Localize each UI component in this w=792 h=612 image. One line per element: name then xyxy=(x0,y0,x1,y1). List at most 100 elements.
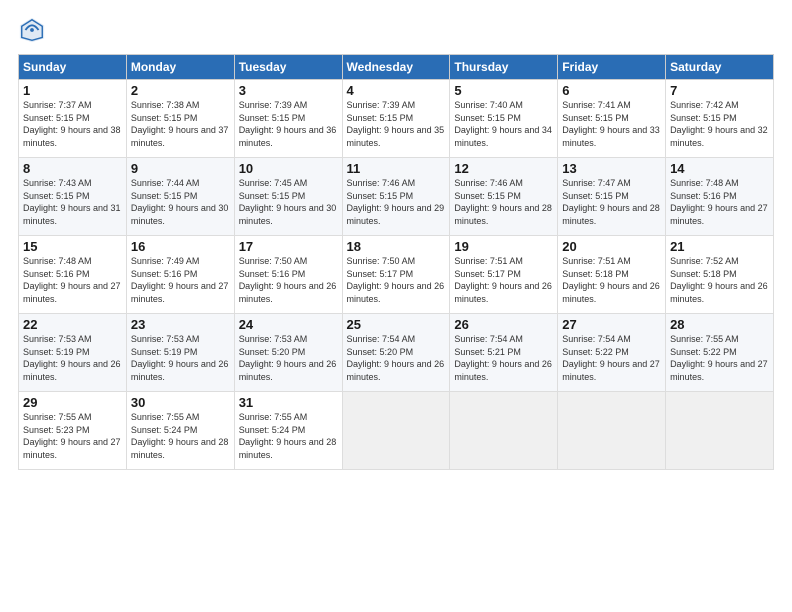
day-number: 27 xyxy=(562,317,661,332)
day-number: 29 xyxy=(23,395,122,410)
calendar-day-cell: 18 Sunrise: 7:50 AMSunset: 5:17 PMDaylig… xyxy=(342,236,450,314)
day-info: Sunrise: 7:53 AMSunset: 5:20 PMDaylight:… xyxy=(239,334,337,382)
calendar-header-cell: Thursday xyxy=(450,55,558,80)
day-number: 23 xyxy=(131,317,230,332)
day-number: 11 xyxy=(347,161,446,176)
day-info: Sunrise: 7:42 AMSunset: 5:15 PMDaylight:… xyxy=(670,100,768,148)
day-info: Sunrise: 7:55 AMSunset: 5:24 PMDaylight:… xyxy=(239,412,337,460)
day-info: Sunrise: 7:39 AMSunset: 5:15 PMDaylight:… xyxy=(347,100,445,148)
calendar-day-cell: 25 Sunrise: 7:54 AMSunset: 5:20 PMDaylig… xyxy=(342,314,450,392)
day-info: Sunrise: 7:54 AMSunset: 5:20 PMDaylight:… xyxy=(347,334,445,382)
day-number: 15 xyxy=(23,239,122,254)
calendar-day-cell: 26 Sunrise: 7:54 AMSunset: 5:21 PMDaylig… xyxy=(450,314,558,392)
calendar-day-cell: 13 Sunrise: 7:47 AMSunset: 5:15 PMDaylig… xyxy=(558,158,666,236)
day-info: Sunrise: 7:50 AMSunset: 5:16 PMDaylight:… xyxy=(239,256,337,304)
calendar-day-cell: 11 Sunrise: 7:46 AMSunset: 5:15 PMDaylig… xyxy=(342,158,450,236)
day-number: 16 xyxy=(131,239,230,254)
calendar-week-row: 15 Sunrise: 7:48 AMSunset: 5:16 PMDaylig… xyxy=(19,236,774,314)
calendar-day-cell: 23 Sunrise: 7:53 AMSunset: 5:19 PMDaylig… xyxy=(126,314,234,392)
day-info: Sunrise: 7:53 AMSunset: 5:19 PMDaylight:… xyxy=(131,334,229,382)
calendar-day-cell: 17 Sunrise: 7:50 AMSunset: 5:16 PMDaylig… xyxy=(234,236,342,314)
calendar-day-cell: 22 Sunrise: 7:53 AMSunset: 5:19 PMDaylig… xyxy=(19,314,127,392)
calendar-day-cell: 29 Sunrise: 7:55 AMSunset: 5:23 PMDaylig… xyxy=(19,392,127,470)
page-container: SundayMondayTuesdayWednesdayThursdayFrid… xyxy=(0,0,792,480)
calendar-day-cell: 6 Sunrise: 7:41 AMSunset: 5:15 PMDayligh… xyxy=(558,80,666,158)
calendar-day-cell: 24 Sunrise: 7:53 AMSunset: 5:20 PMDaylig… xyxy=(234,314,342,392)
day-number: 19 xyxy=(454,239,553,254)
day-number: 21 xyxy=(670,239,769,254)
day-info: Sunrise: 7:48 AMSunset: 5:16 PMDaylight:… xyxy=(670,178,768,226)
calendar-day-cell: 31 Sunrise: 7:55 AMSunset: 5:24 PMDaylig… xyxy=(234,392,342,470)
day-info: Sunrise: 7:54 AMSunset: 5:21 PMDaylight:… xyxy=(454,334,552,382)
day-number: 6 xyxy=(562,83,661,98)
day-number: 8 xyxy=(23,161,122,176)
day-number: 18 xyxy=(347,239,446,254)
calendar-week-row: 1 Sunrise: 7:37 AMSunset: 5:15 PMDayligh… xyxy=(19,80,774,158)
day-number: 13 xyxy=(562,161,661,176)
calendar-day-cell: 15 Sunrise: 7:48 AMSunset: 5:16 PMDaylig… xyxy=(19,236,127,314)
calendar-week-row: 8 Sunrise: 7:43 AMSunset: 5:15 PMDayligh… xyxy=(19,158,774,236)
day-info: Sunrise: 7:46 AMSunset: 5:15 PMDaylight:… xyxy=(347,178,445,226)
day-info: Sunrise: 7:55 AMSunset: 5:23 PMDaylight:… xyxy=(23,412,121,460)
calendar-day-cell: 28 Sunrise: 7:55 AMSunset: 5:22 PMDaylig… xyxy=(666,314,774,392)
calendar-header-cell: Wednesday xyxy=(342,55,450,80)
day-info: Sunrise: 7:37 AMSunset: 5:15 PMDaylight:… xyxy=(23,100,121,148)
day-info: Sunrise: 7:51 AMSunset: 5:17 PMDaylight:… xyxy=(454,256,552,304)
day-info: Sunrise: 7:55 AMSunset: 5:24 PMDaylight:… xyxy=(131,412,229,460)
logo-icon xyxy=(18,16,46,44)
day-number: 9 xyxy=(131,161,230,176)
day-number: 10 xyxy=(239,161,338,176)
day-number: 28 xyxy=(670,317,769,332)
day-number: 22 xyxy=(23,317,122,332)
day-info: Sunrise: 7:39 AMSunset: 5:15 PMDaylight:… xyxy=(239,100,337,148)
calendar-day-cell: 4 Sunrise: 7:39 AMSunset: 5:15 PMDayligh… xyxy=(342,80,450,158)
day-info: Sunrise: 7:48 AMSunset: 5:16 PMDaylight:… xyxy=(23,256,121,304)
day-info: Sunrise: 7:50 AMSunset: 5:17 PMDaylight:… xyxy=(347,256,445,304)
day-info: Sunrise: 7:40 AMSunset: 5:15 PMDaylight:… xyxy=(454,100,552,148)
day-number: 24 xyxy=(239,317,338,332)
day-info: Sunrise: 7:49 AMSunset: 5:16 PMDaylight:… xyxy=(131,256,229,304)
calendar-day-cell: 9 Sunrise: 7:44 AMSunset: 5:15 PMDayligh… xyxy=(126,158,234,236)
day-info: Sunrise: 7:43 AMSunset: 5:15 PMDaylight:… xyxy=(23,178,121,226)
calendar-day-cell: 30 Sunrise: 7:55 AMSunset: 5:24 PMDaylig… xyxy=(126,392,234,470)
calendar-day-cell xyxy=(558,392,666,470)
calendar-header-row: SundayMondayTuesdayWednesdayThursdayFrid… xyxy=(19,55,774,80)
day-number: 5 xyxy=(454,83,553,98)
calendar-day-cell: 2 Sunrise: 7:38 AMSunset: 5:15 PMDayligh… xyxy=(126,80,234,158)
calendar-week-row: 22 Sunrise: 7:53 AMSunset: 5:19 PMDaylig… xyxy=(19,314,774,392)
calendar-day-cell: 3 Sunrise: 7:39 AMSunset: 5:15 PMDayligh… xyxy=(234,80,342,158)
day-info: Sunrise: 7:38 AMSunset: 5:15 PMDaylight:… xyxy=(131,100,229,148)
calendar-header-cell: Saturday xyxy=(666,55,774,80)
calendar-week-row: 29 Sunrise: 7:55 AMSunset: 5:23 PMDaylig… xyxy=(19,392,774,470)
day-number: 1 xyxy=(23,83,122,98)
day-info: Sunrise: 7:45 AMSunset: 5:15 PMDaylight:… xyxy=(239,178,337,226)
day-info: Sunrise: 7:53 AMSunset: 5:19 PMDaylight:… xyxy=(23,334,121,382)
calendar-day-cell: 14 Sunrise: 7:48 AMSunset: 5:16 PMDaylig… xyxy=(666,158,774,236)
calendar-day-cell: 8 Sunrise: 7:43 AMSunset: 5:15 PMDayligh… xyxy=(19,158,127,236)
day-info: Sunrise: 7:52 AMSunset: 5:18 PMDaylight:… xyxy=(670,256,768,304)
day-info: Sunrise: 7:54 AMSunset: 5:22 PMDaylight:… xyxy=(562,334,660,382)
day-info: Sunrise: 7:55 AMSunset: 5:22 PMDaylight:… xyxy=(670,334,768,382)
calendar-day-cell: 10 Sunrise: 7:45 AMSunset: 5:15 PMDaylig… xyxy=(234,158,342,236)
day-number: 17 xyxy=(239,239,338,254)
calendar-day-cell xyxy=(666,392,774,470)
calendar-day-cell xyxy=(342,392,450,470)
logo xyxy=(18,16,50,44)
calendar-day-cell: 21 Sunrise: 7:52 AMSunset: 5:18 PMDaylig… xyxy=(666,236,774,314)
day-number: 14 xyxy=(670,161,769,176)
day-number: 12 xyxy=(454,161,553,176)
day-number: 26 xyxy=(454,317,553,332)
day-number: 20 xyxy=(562,239,661,254)
day-info: Sunrise: 7:46 AMSunset: 5:15 PMDaylight:… xyxy=(454,178,552,226)
day-number: 2 xyxy=(131,83,230,98)
day-info: Sunrise: 7:41 AMSunset: 5:15 PMDaylight:… xyxy=(562,100,660,148)
day-number: 31 xyxy=(239,395,338,410)
calendar-day-cell: 27 Sunrise: 7:54 AMSunset: 5:22 PMDaylig… xyxy=(558,314,666,392)
calendar-header-cell: Monday xyxy=(126,55,234,80)
page-header xyxy=(18,16,774,44)
day-number: 30 xyxy=(131,395,230,410)
calendar-day-cell: 7 Sunrise: 7:42 AMSunset: 5:15 PMDayligh… xyxy=(666,80,774,158)
day-info: Sunrise: 7:51 AMSunset: 5:18 PMDaylight:… xyxy=(562,256,660,304)
calendar-day-cell: 1 Sunrise: 7:37 AMSunset: 5:15 PMDayligh… xyxy=(19,80,127,158)
calendar-body: 1 Sunrise: 7:37 AMSunset: 5:15 PMDayligh… xyxy=(19,80,774,470)
